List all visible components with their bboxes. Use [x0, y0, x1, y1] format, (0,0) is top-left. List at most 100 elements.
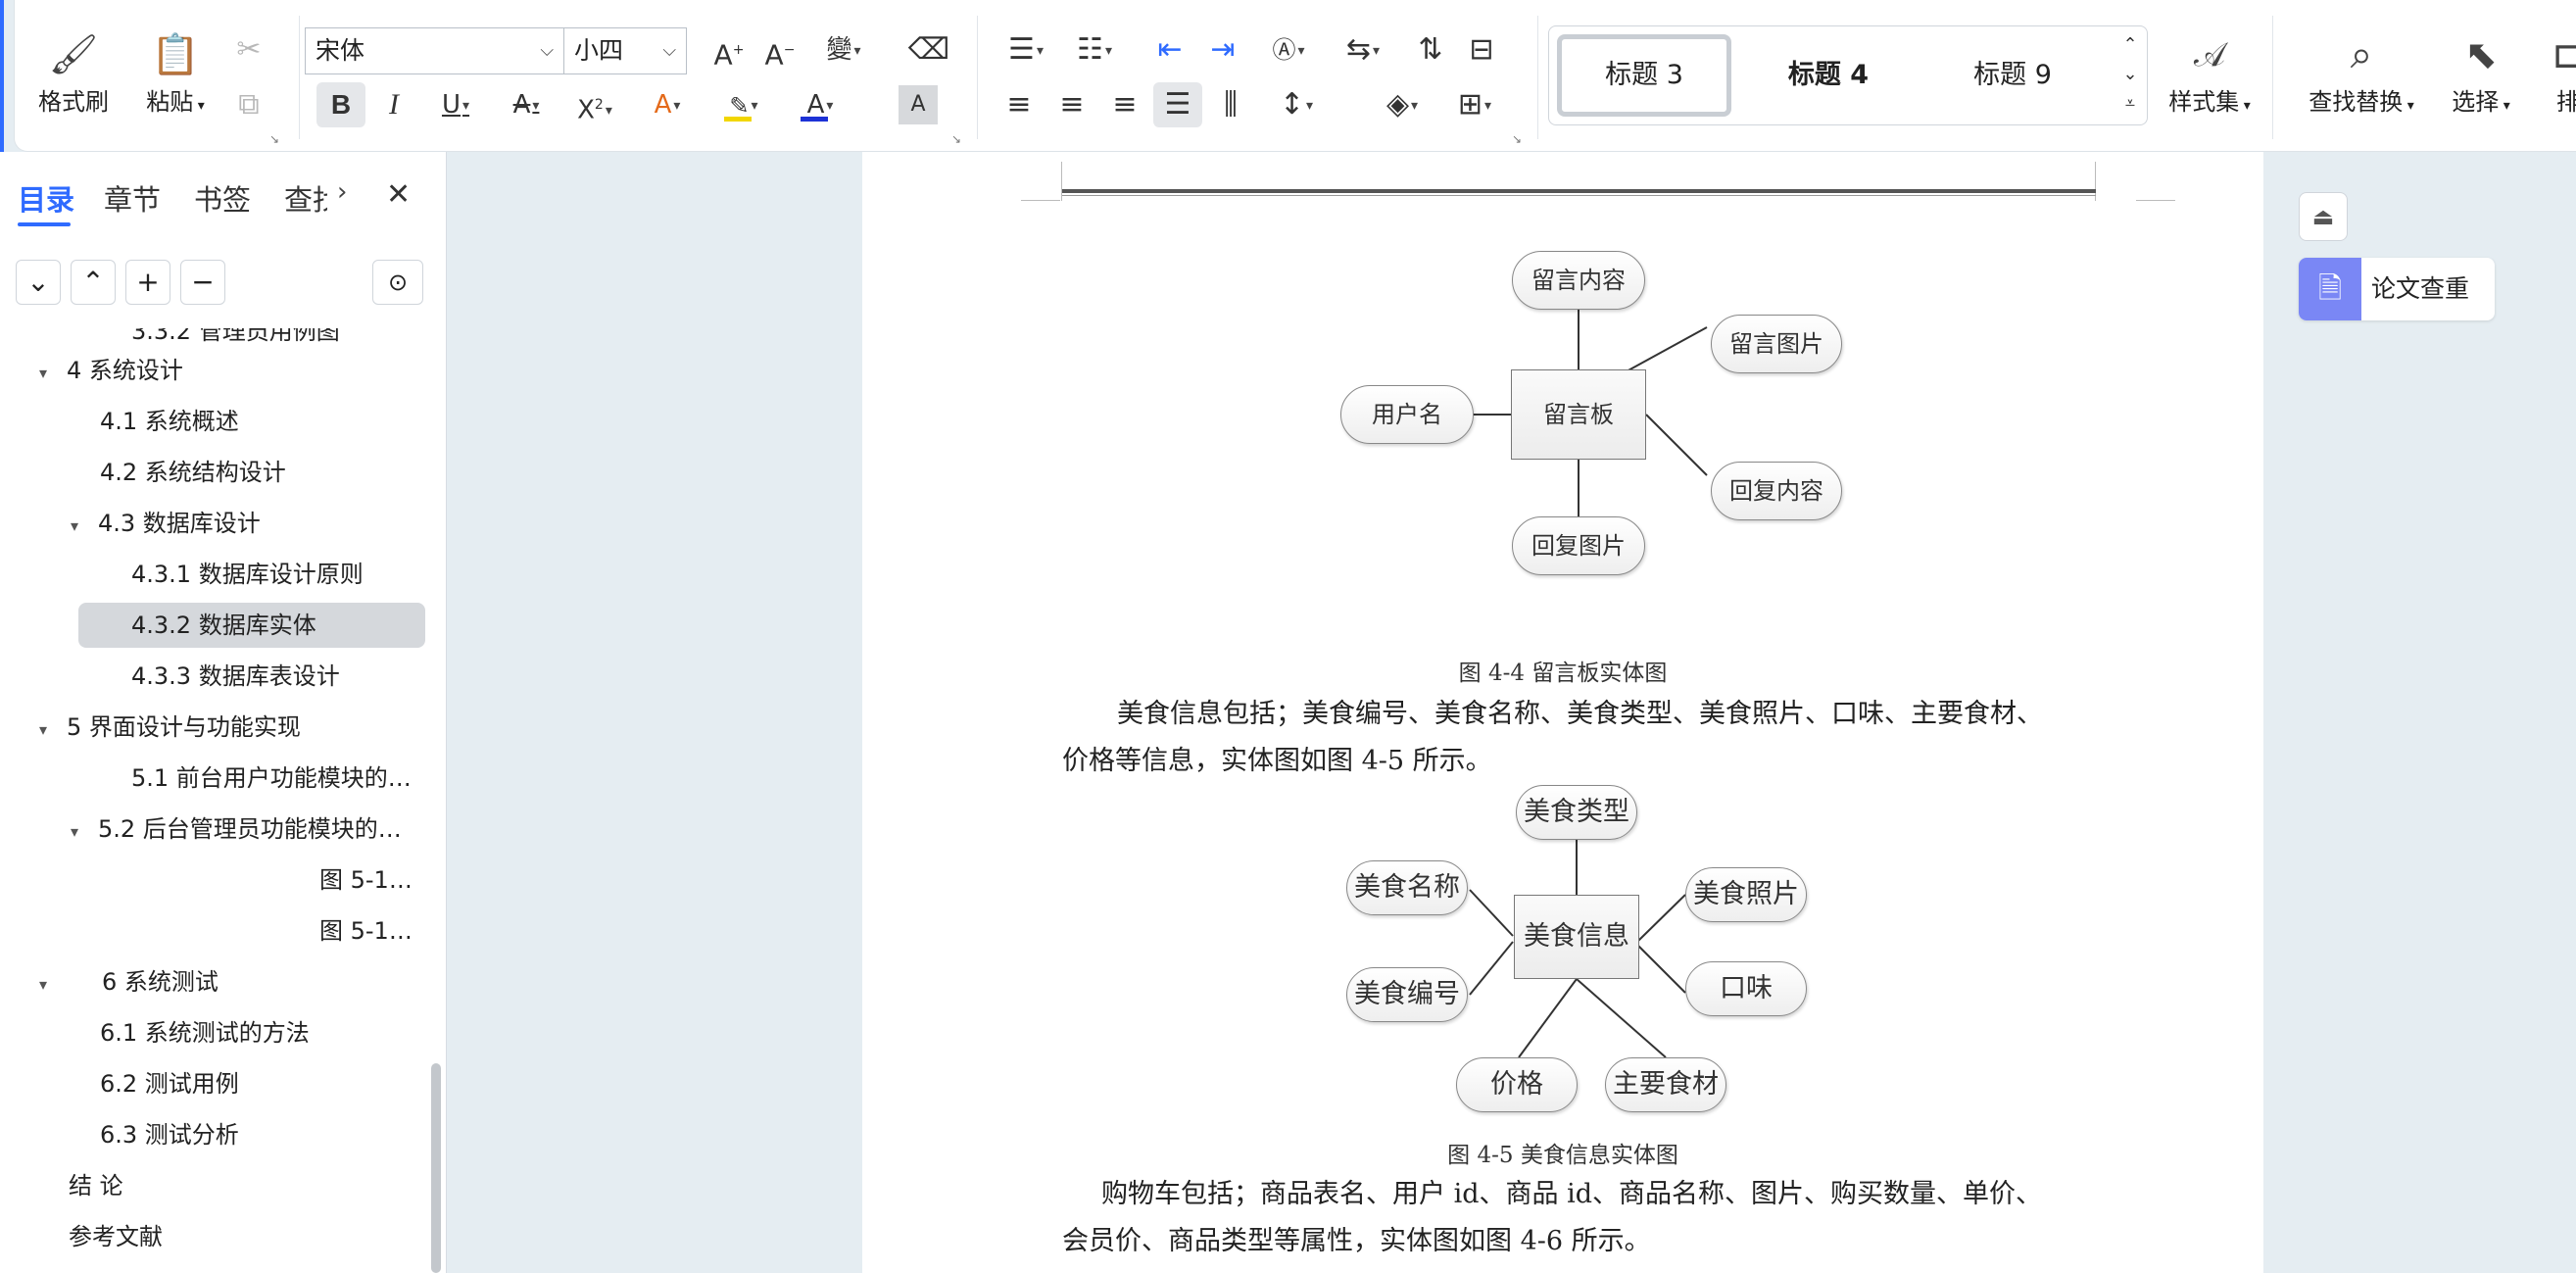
- bullet-list-button[interactable]: ☰ ▾: [995, 27, 1057, 73]
- toc-item[interactable]: 参考文献: [69, 1214, 163, 1259]
- figure-caption: 图 4-5 美食信息实体图: [1447, 1143, 1678, 1168]
- style-set-icon: 𝒜: [2193, 35, 2226, 74]
- decrease-indent-icon[interactable]: ⇤: [1145, 27, 1194, 73]
- phonetic-guide-button[interactable]: 變 ▾: [814, 27, 873, 73]
- toc-item[interactable]: 结 论: [69, 1163, 123, 1208]
- show-marks-icon[interactable]: ⊟: [1457, 27, 1506, 73]
- clipboard-launcher-icon[interactable]: ↘: [269, 132, 283, 146]
- plagiarism-check-button[interactable]: 🗎 论文查重: [2299, 258, 2495, 320]
- cut-icon[interactable]: ✂: [224, 27, 273, 73]
- toc-item[interactable]: ▾ 5.2 后台管理员功能模块的…: [71, 807, 423, 852]
- text-effect-button[interactable]: A ▾: [638, 82, 697, 127]
- eject-icon[interactable]: ⏏: [2299, 192, 2348, 241]
- toc-item[interactable]: 4.3.1 数据库设计原则: [131, 552, 364, 597]
- increase-indent-icon[interactable]: ⇥: [1198, 27, 1247, 73]
- tab-bookmarks[interactable]: 书签: [194, 177, 251, 219]
- toc-item[interactable]: 图 5-1…: [319, 908, 413, 954]
- chevron-up-icon[interactable]: ⌃: [2119, 30, 2141, 60]
- toc-item[interactable]: 6.2 测试用例: [100, 1061, 239, 1106]
- highlight-color-button[interactable]: ✎ ▾: [712, 82, 775, 127]
- grow-font-icon[interactable]: A+: [705, 27, 753, 73]
- underline-button[interactable]: U ▾: [426, 82, 485, 127]
- close-icon[interactable]: ✕: [386, 177, 411, 212]
- attribute-oval: 口味: [1685, 961, 1807, 1016]
- style-heading-9[interactable]: 标题 9: [1925, 34, 2100, 117]
- clear-format-icon[interactable]: ⌫: [904, 27, 953, 73]
- line-break-button[interactable]: ⇆ ▾: [1332, 27, 1394, 73]
- copy-icon[interactable]: ⧉: [224, 82, 273, 127]
- paragraph-group: ☰ ▾ ☷ ▾ ⇤ ⇥ Ⓐ ▾ ⇆ ▾ ⇅ ⊟ ≡ ≡ ≡ ☰ ⫼ ↕ ▾ ◈ ▾ ⊞ ▾ ↘: [983, 0, 1531, 152]
- attribute-oval: 主要食材: [1605, 1057, 1726, 1112]
- sort-icon[interactable]: ⇅: [1406, 27, 1455, 73]
- align-center-icon[interactable]: ≡: [1047, 82, 1096, 127]
- expanded-triangle-icon[interactable]: ▾: [39, 962, 59, 1007]
- chevron-down-icon[interactable]: ⌄: [2119, 60, 2141, 89]
- font-launcher-icon[interactable]: ↘: [951, 132, 965, 146]
- expanded-triangle-icon[interactable]: ▾: [71, 504, 90, 549]
- align-left-icon[interactable]: ≡: [995, 82, 1044, 127]
- toc-item[interactable]: 4.3.3 数据库表设计: [131, 654, 340, 699]
- style-heading-3[interactable]: 标题 3: [1557, 34, 1731, 117]
- italic-button[interactable]: I: [369, 82, 418, 127]
- tab-find[interactable]: 查找: [284, 177, 327, 219]
- toc-item[interactable]: 4.2 系统结构设计: [100, 450, 286, 495]
- bold-button[interactable]: B: [316, 82, 365, 127]
- toc-scrollbar[interactable]: [431, 1063, 441, 1273]
- format-painter-button[interactable]: 🖌 格式刷: [38, 27, 109, 117]
- attribute-oval: 回复图片: [1512, 516, 1645, 575]
- toc-item-selected[interactable]: 4.3.2 数据库实体: [78, 603, 425, 648]
- toc-item[interactable]: ▾ 4 系统设计: [39, 348, 183, 393]
- tab-chapters[interactable]: 章节: [104, 177, 161, 219]
- toc-item[interactable]: ▾ 6 系统测试: [39, 959, 219, 1004]
- find-replace-button[interactable]: ⌕ 查找替换 ▾: [2298, 27, 2425, 117]
- toc-item[interactable]: 5.1 前台用户功能模块的…: [131, 756, 415, 801]
- entity-box: 留言板: [1511, 369, 1646, 460]
- select-button[interactable]: ⬉ 选择 ▾: [2437, 27, 2525, 117]
- chevron-right-icon[interactable]: ›: [337, 177, 347, 207]
- justify-icon[interactable]: ☰: [1153, 82, 1202, 127]
- expanded-triangle-icon[interactable]: ▾: [39, 708, 59, 753]
- remove-heading-icon[interactable]: −: [180, 260, 225, 305]
- toc-item[interactable]: 4.1 系统概述: [100, 399, 239, 444]
- line-spacing-button[interactable]: ↕ ▾: [1265, 82, 1328, 127]
- style-set-button[interactable]: 𝒜 样式集 ▾: [2151, 27, 2268, 117]
- distributed-align-icon[interactable]: ⫼: [1206, 82, 1255, 127]
- gallery-expand-icon[interactable]: ⩡: [2119, 89, 2141, 119]
- font-name-select[interactable]: 宋体 ⌵: [305, 27, 564, 74]
- tab-toc[interactable]: 目录: [18, 177, 74, 219]
- text-direction-button[interactable]: Ⓐ ▾: [1257, 27, 1320, 73]
- expand-up-icon[interactable]: ⌃: [71, 260, 116, 305]
- attribute-oval: 美食类型: [1516, 785, 1637, 840]
- toc-item[interactable]: 图 5-1…: [319, 857, 413, 903]
- toc-item[interactable]: 6.1 系统测试的方法: [100, 1010, 310, 1055]
- toc-item[interactable]: ▾ 5 界面设计与功能实现: [39, 705, 301, 750]
- document-page[interactable]: 留言板 留言内容 留言图片 用户名 回复内容 回复图片 图 4-4 留言板实体图…: [862, 152, 2263, 1273]
- connector-line: [1469, 889, 1514, 937]
- style-heading-4[interactable]: 标题 4: [1741, 34, 1916, 117]
- numbered-list-button[interactable]: ☷ ▾: [1063, 27, 1126, 73]
- connector-line: [1469, 941, 1514, 996]
- font-color-button[interactable]: A ▾: [789, 82, 851, 127]
- superscript-button[interactable]: X2 ▾: [565, 82, 624, 127]
- borders-button[interactable]: ⊞ ▾: [1443, 82, 1506, 127]
- figure-caption: 图 4-4 留言板实体图: [1458, 661, 1668, 686]
- add-heading-icon[interactable]: +: [125, 260, 170, 305]
- toc-settings-icon[interactable]: ⊙: [372, 260, 423, 305]
- toc-item[interactable]: 6.3 测试分析: [100, 1112, 239, 1157]
- paragraph-launcher-icon[interactable]: ↘: [1512, 132, 1526, 146]
- char-shading-button[interactable]: A: [899, 85, 938, 124]
- font-size-select[interactable]: 小四 ⌵: [563, 27, 687, 74]
- collapse-all-icon[interactable]: ⌄: [16, 260, 61, 305]
- toc-item[interactable]: ▾ 4.3 数据库设计: [71, 501, 261, 546]
- paste-button[interactable]: 📋 粘贴 ▾: [136, 27, 215, 117]
- connector-line: [1518, 978, 1578, 1058]
- expanded-triangle-icon[interactable]: ▾: [39, 351, 59, 396]
- sort-layout-button[interactable]: ⊏ 排: [2549, 27, 2576, 117]
- gallery-scroll[interactable]: ⌃ ⌄ ⩡: [2119, 30, 2141, 119]
- body-paragraph: 购物车包括；商品表名、用户 id、商品 id、商品名称、图片、购买数量、单价、: [1101, 1179, 2043, 1209]
- shading-fill-button[interactable]: ◈ ▾: [1371, 82, 1434, 127]
- strikethrough-button[interactable]: A ▾: [497, 82, 556, 127]
- shrink-font-icon[interactable]: A−: [755, 27, 804, 73]
- align-right-icon[interactable]: ≡: [1100, 82, 1149, 127]
- expanded-triangle-icon[interactable]: ▾: [71, 809, 90, 852]
